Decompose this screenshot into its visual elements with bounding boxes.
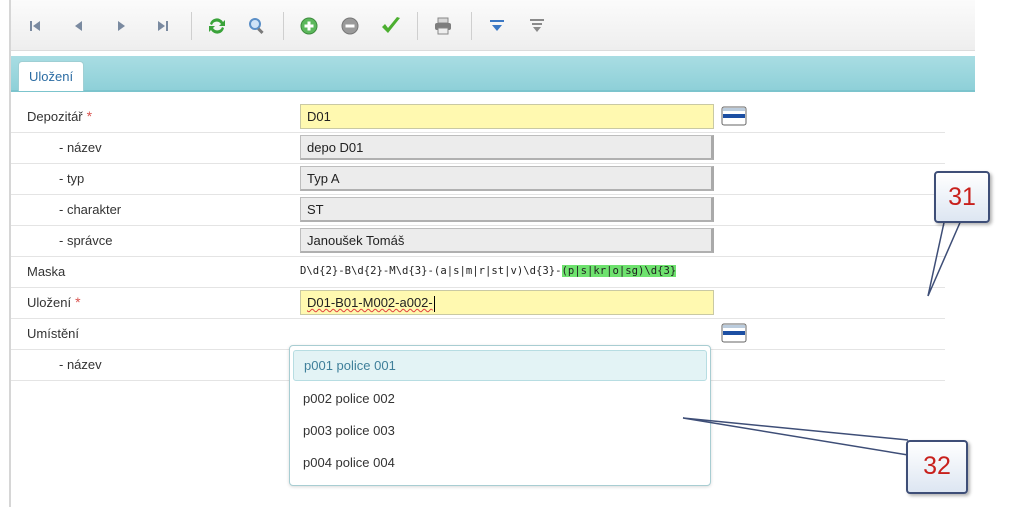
annotation-callout-32: 32 bbox=[906, 440, 968, 494]
annotation-pointers bbox=[682, 217, 963, 456]
callout-32-pointer bbox=[682, 417, 909, 456]
callout-31-pointer bbox=[927, 217, 963, 297]
annotation-callout-31: 31 bbox=[934, 171, 990, 223]
